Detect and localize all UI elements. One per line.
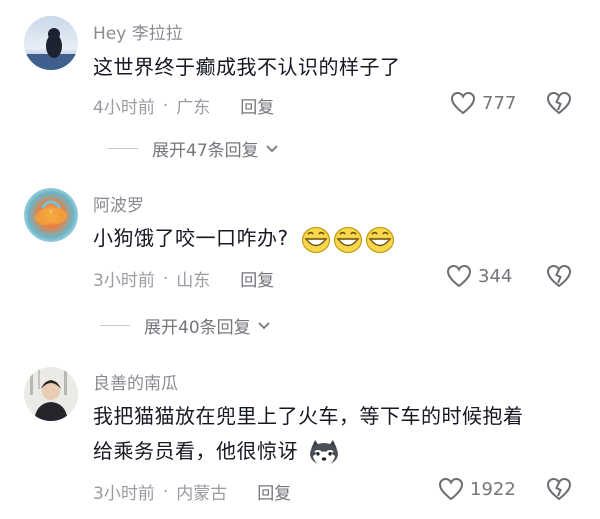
expand-replies-button[interactable]: 展开40条回复 — [100, 313, 271, 338]
comment-time: 4小时前 — [93, 98, 155, 118]
broken-heart-icon — [546, 91, 572, 115]
reply-button[interactable]: 回复 — [240, 266, 274, 291]
comment-meta: 4小时前 · 广东 回复 — [93, 93, 274, 119]
like-count: 777 — [482, 92, 517, 114]
husky-emoji — [309, 439, 338, 466]
reply-button[interactable]: 回复 — [240, 93, 274, 118]
broken-heart-icon — [546, 477, 572, 501]
comment-text: 我把猫猫放在兜里上了火车，等下车的时候抱着 给乘务员看，他很惊讶 — [93, 402, 573, 467]
meta-separator: · — [162, 268, 169, 289]
broken-heart-icon — [546, 264, 572, 288]
like-button[interactable]: 344 — [446, 264, 512, 288]
dislike-button[interactable] — [545, 477, 573, 505]
emoji-group — [301, 226, 395, 254]
comment-text-body: 给乘务员看，他很惊讶 — [93, 439, 298, 463]
avatar[interactable] — [24, 188, 78, 242]
expand-replies-button[interactable]: 展开47条回复 — [108, 136, 279, 161]
username[interactable]: 良善的南瓜 — [93, 369, 178, 394]
like-button[interactable]: 777 — [450, 91, 516, 115]
comment-time: 3小时前 — [93, 484, 155, 504]
like-button[interactable]: 1922 — [438, 477, 516, 501]
comment-location: 山东 — [176, 271, 211, 291]
chevron-down-icon — [266, 144, 278, 152]
username[interactable]: 阿波罗 — [93, 191, 144, 216]
comment-location: 广东 — [176, 98, 211, 118]
comment-time: 3小时前 — [93, 271, 155, 291]
comment-location: 内蒙古 — [176, 484, 228, 504]
like-count: 344 — [478, 265, 513, 287]
comment-text-body: 小狗饿了咬一口咋办? — [93, 226, 289, 250]
comment-meta: 3小时前 · 内蒙古 回复 — [93, 479, 291, 505]
chevron-down-icon — [258, 321, 270, 329]
username[interactable]: Hey 李拉拉 — [93, 19, 183, 44]
expand-replies-label: 展开47条回复 — [152, 141, 259, 161]
divider — [108, 148, 138, 149]
grin-emoji — [334, 226, 363, 253]
heart-outline-icon — [446, 264, 472, 288]
meta-separator: · — [162, 95, 169, 116]
avatar[interactable] — [24, 367, 78, 421]
grin-emoji — [366, 226, 395, 253]
dislike-button[interactable] — [545, 91, 573, 119]
divider — [100, 325, 130, 326]
reply-button[interactable]: 回复 — [257, 479, 291, 504]
avatar[interactable] — [24, 16, 78, 70]
comment-text-line: 给乘务员看，他很惊讶 — [93, 437, 573, 467]
comment-meta: 3小时前 · 山东 回复 — [93, 266, 274, 292]
comment-text: 小狗饿了咬一口咋办? — [93, 224, 573, 254]
grin-emoji — [302, 226, 331, 253]
heart-outline-icon — [438, 477, 464, 501]
meta-separator: · — [162, 481, 169, 502]
expand-replies-label: 展开40条回复 — [144, 318, 251, 338]
like-count: 1922 — [470, 478, 516, 500]
comment-text: 这世界终于癫成我不认识的样子了 — [93, 55, 401, 79]
comment-text-line: 我把猫猫放在兜里上了火车，等下车的时候抱着 — [93, 404, 524, 428]
dislike-button[interactable] — [545, 264, 573, 292]
heart-outline-icon — [450, 91, 476, 115]
